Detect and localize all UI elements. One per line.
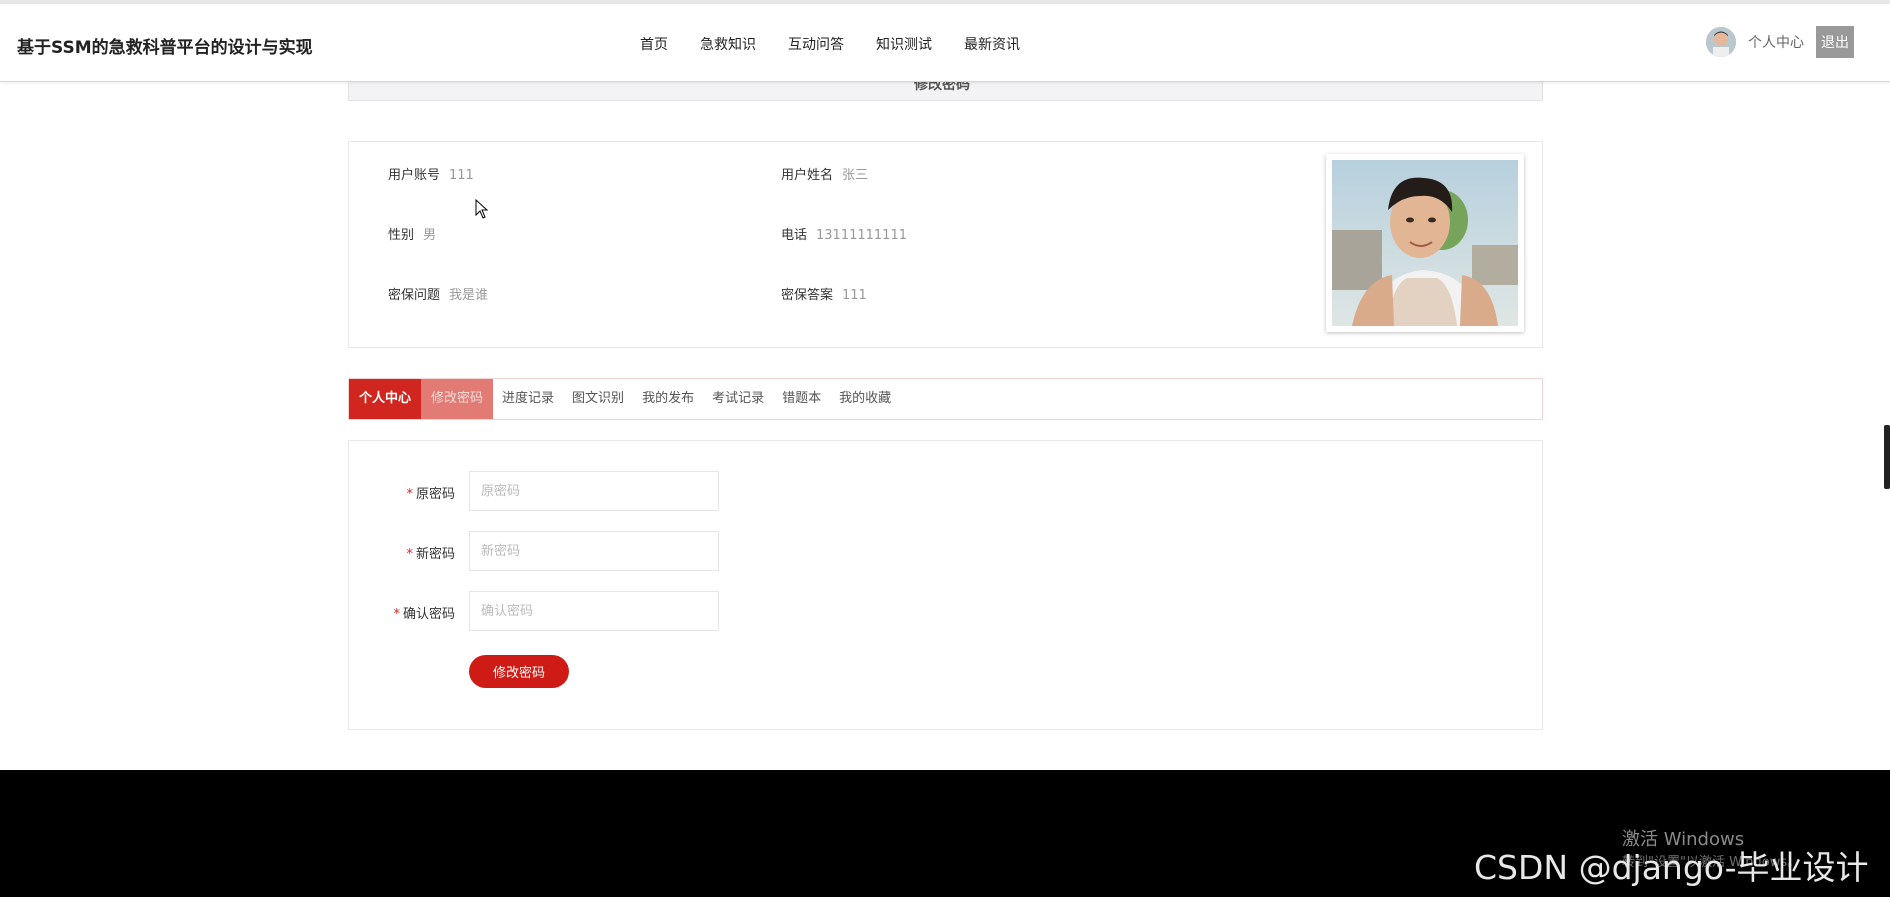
old-password-row: * 原密码 — [349, 471, 1542, 511]
required-mark: * — [406, 547, 413, 562]
logout-button[interactable]: 退出 — [1816, 26, 1854, 58]
field-question: 密保问题 我是谁 — [388, 284, 488, 303]
mouse-cursor-icon — [475, 198, 489, 223]
tab-progress-records[interactable]: 进度记录 — [493, 379, 563, 419]
question-value: 我是谁 — [449, 288, 489, 303]
tab-personal-center[interactable]: 个人中心 — [349, 379, 422, 419]
site-header: 基于SSM的急救科普平台的设计与实现 首页 急救知识 互动问答 知识测试 最新资… — [0, 4, 1890, 82]
required-mark: * — [393, 607, 400, 622]
tab-image-recognition[interactable]: 图文识别 — [563, 379, 633, 419]
profile-photo — [1326, 154, 1524, 332]
change-password-button[interactable]: 修改密码 — [469, 655, 569, 688]
change-password-form: * 原密码 * 新密码 * 确认密码 修改密码 — [348, 440, 1543, 730]
required-mark: * — [406, 487, 413, 502]
confirm-password-row: * 确认密码 — [349, 591, 1542, 631]
csdn-watermark: CSDN @django-毕业设计 — [1474, 848, 1869, 887]
profile-card: 用户账号 111 用户姓名 张三 性别男 电话 13111111111 密保问题 我是谁… — [348, 141, 1543, 348]
section-title: 修改密码 — [914, 82, 970, 93]
field-account: 用户账号 111 — [388, 164, 474, 183]
phone-value: 13111111111 — [816, 228, 907, 243]
question-label: 密保问题 — [388, 288, 441, 303]
name-value: 张三 — [842, 168, 869, 183]
nav-first-aid-knowledge[interactable]: 急救知识 — [700, 34, 756, 54]
answer-label: 密保答案 — [781, 288, 834, 303]
site-title: 基于SSM的急救科普平台的设计与实现 — [17, 38, 313, 58]
main-nav: 首页 急救知识 互动问答 知识测试 最新资讯 — [640, 34, 1052, 54]
account-value: 111 — [449, 168, 474, 183]
field-answer: 密保答案 111 — [781, 284, 867, 303]
name-label: 用户姓名 — [781, 168, 834, 183]
nav-knowledge-test[interactable]: 知识测试 — [876, 34, 932, 54]
nav-news[interactable]: 最新资讯 — [964, 34, 1020, 54]
section-title-bar: 修改密码 — [348, 82, 1543, 101]
profile-tabs: 个人中心 修改密码 进度记录 图文识别 我的发布 考试记录 错题本 我的收藏 — [348, 378, 1543, 420]
old-password-input[interactable] — [469, 471, 719, 511]
account-label: 用户账号 — [388, 168, 441, 183]
old-password-label: * 原密码 — [406, 487, 455, 502]
confirm-password-label: * 确认密码 — [393, 607, 455, 622]
user-center-link[interactable]: 个人中心 — [1748, 32, 1804, 52]
confirm-password-input[interactable] — [469, 591, 719, 631]
nav-home[interactable]: 首页 — [640, 34, 668, 54]
answer-value: 111 — [842, 288, 867, 303]
avatar[interactable] — [1706, 27, 1736, 57]
tab-my-favorites[interactable]: 我的收藏 — [830, 379, 900, 419]
field-phone: 电话 13111111111 — [781, 224, 907, 243]
tab-wrong-questions[interactable]: 错题本 — [773, 379, 830, 419]
user-area: 个人中心 退出 — [1706, 26, 1854, 58]
new-password-label: * 新密码 — [406, 547, 455, 562]
new-password-input[interactable] — [469, 531, 719, 571]
field-gender: 性别男 — [388, 224, 436, 243]
gender-value: 男 — [423, 228, 437, 243]
tab-exam-records[interactable]: 考试记录 — [703, 379, 773, 419]
phone-label: 电话 — [781, 228, 808, 243]
new-password-row: * 新密码 — [349, 531, 1542, 571]
tab-my-posts[interactable]: 我的发布 — [633, 379, 703, 419]
gender-label: 性别 — [388, 228, 415, 243]
nav-qa[interactable]: 互动问答 — [788, 34, 844, 54]
tab-change-password[interactable]: 修改密码 — [421, 379, 494, 419]
scrollbar-thumb[interactable] — [1884, 425, 1890, 489]
field-name: 用户姓名 张三 — [781, 164, 868, 183]
